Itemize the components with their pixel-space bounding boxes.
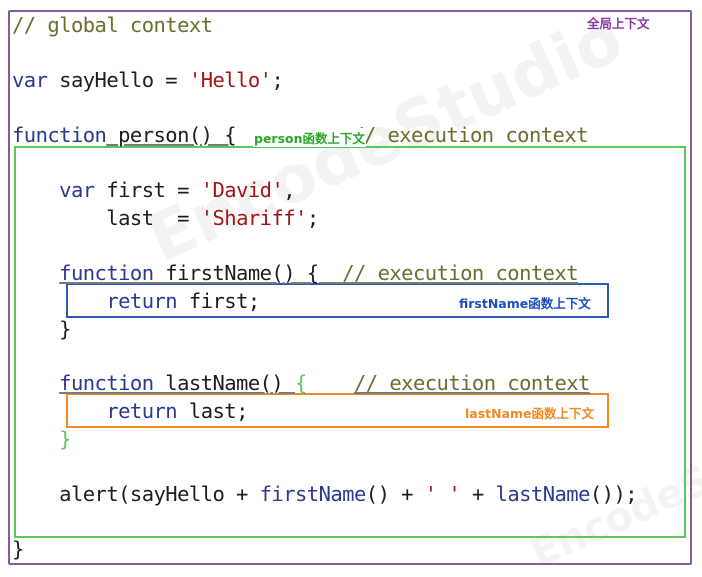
code-text: + (460, 482, 496, 506)
code-keyword: return (106, 289, 178, 313)
person-context-label: person函数上下文 (253, 128, 367, 147)
code-brace: } (12, 537, 24, 561)
code-function-call: lastName (495, 482, 591, 506)
code-text: last = (106, 206, 201, 230)
code-comment: // execution context (354, 371, 590, 395)
code-text: first; (177, 289, 260, 313)
global-context-label: 全局上下文 (587, 16, 650, 31)
code-keyword: return (106, 399, 178, 423)
code-line-5: last = 'Shariff'; (12, 204, 319, 232)
code-function-name: lastName() (153, 371, 296, 395)
code-line-1: // global context (12, 11, 213, 39)
code-line-6: function firstName() { // execution cont… (12, 259, 578, 287)
code-line-4: var first = 'David', (12, 176, 295, 204)
code-text: ; (271, 68, 284, 92)
code-keyword: function (12, 123, 107, 147)
code-text: alert(sayHello + (59, 482, 260, 506)
code-string: 'Shariff' (200, 206, 308, 230)
code-comment: // execution context (352, 123, 588, 147)
code-function-name: firstName() { (153, 261, 343, 285)
code-function-name: person() { (106, 123, 237, 147)
code-function-call: firstName (259, 482, 367, 506)
code-keyword: var (12, 68, 48, 92)
code-text: ; (306, 206, 319, 230)
code-line-13: } (12, 535, 24, 563)
code-text: first = (94, 178, 201, 202)
code-text: () + (365, 482, 425, 506)
code-gap (307, 371, 354, 395)
firstname-context-label: firstName函数上下文 (459, 296, 591, 311)
code-brace: } (59, 317, 71, 341)
code-line-11: } (12, 425, 71, 453)
code-text: last; (177, 399, 249, 423)
code-string: ' ' (424, 482, 461, 506)
code-line-8: } (12, 315, 71, 343)
code-string: 'David' (200, 178, 284, 202)
code-keyword: var (59, 178, 95, 202)
code-comment: // execution context (342, 261, 579, 285)
lastname-context-label: lastName函数上下文 (465, 406, 595, 421)
code-brace: } (59, 427, 71, 451)
code-keyword: function (59, 371, 154, 395)
code-text: sayHello = (47, 68, 189, 92)
code-line-7: return first; (12, 287, 260, 315)
code-string: 'Hello' (188, 68, 272, 92)
code-text: , (283, 178, 296, 202)
code-line-2: var sayHello = 'Hello'; (12, 66, 284, 94)
code-line-12: alert(sayHello + firstName() + ' ' + las… (12, 480, 637, 508)
code-line-9: function lastName() { // execution conte… (12, 369, 590, 397)
code-comment: // global context (12, 13, 213, 37)
code-text: ()); (589, 482, 638, 506)
code-brace: { (295, 371, 307, 395)
code-keyword: function (59, 261, 154, 285)
code-line-10: return last; (12, 397, 248, 425)
